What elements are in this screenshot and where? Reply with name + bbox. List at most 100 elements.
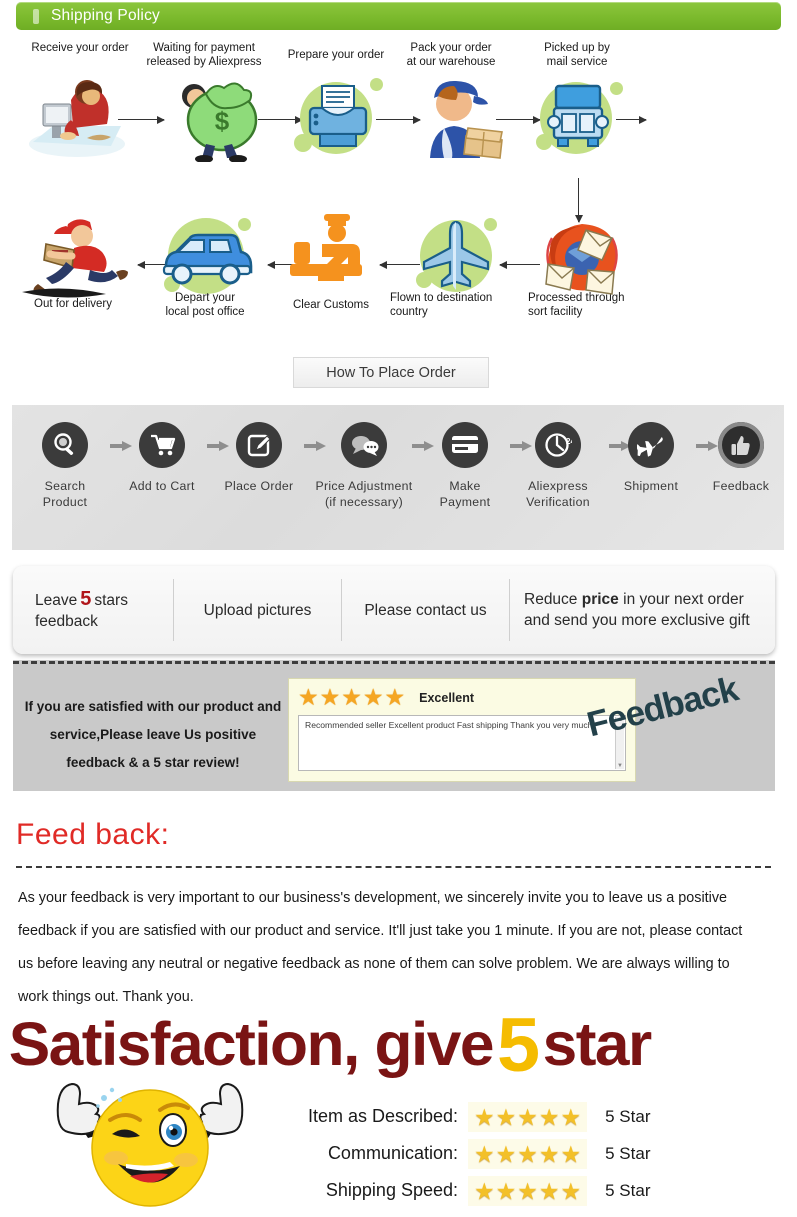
sample-review-textbox: Recommended seller Excellent product Fas… (298, 715, 626, 771)
how-to-place-order-button[interactable]: How To Place Order (293, 357, 489, 388)
star-icon: ★ (319, 684, 341, 710)
step-label: Feedback (712, 479, 770, 493)
rating-stars: ★ ★ ★ ★ ★ (468, 1138, 588, 1169)
header-accent-tick (33, 8, 39, 24)
credit-card-icon (442, 422, 488, 468)
flow-label: Prepare your order (287, 49, 385, 61)
van-icon (150, 214, 260, 298)
rating-row: Shipping Speed: ★ ★ ★ ★ ★ 5 Star (280, 1172, 780, 1209)
strip-cell-leave-stars: Leave 5 stars feedback (13, 579, 173, 641)
step-aliexpress-verification[interactable]: 24 Aliexpress Verification (512, 422, 604, 510)
feedback-heading: Feed back: (16, 818, 170, 851)
flow-label: Pack your order at our warehouse (406, 42, 496, 68)
flow-step-waiting-payment: Waiting for payment released by Aliexpre… (134, 42, 274, 69)
headline-part2: star (542, 1010, 653, 1078)
step-label: Make Payment (439, 479, 491, 509)
rating-value: 5 Star (605, 1143, 651, 1163)
thumbs-up-icon (718, 422, 764, 468)
rating-stars: ★ ★ ★ ★ ★ (468, 1175, 588, 1206)
rating-value: 5 Star (605, 1106, 651, 1126)
step-label: Search Product (42, 479, 88, 509)
star-icon: ★ (538, 1140, 560, 1167)
headline-five: 5 (496, 1003, 540, 1088)
star-icon: ★ (517, 1140, 538, 1167)
airplane-icon (408, 214, 508, 298)
rating-word: Excellent (419, 690, 475, 705)
flow-label: Out for delivery (34, 298, 112, 310)
strip-five: 5 (80, 587, 92, 610)
strip-cell-reduce-price: Reduce price in your next order and send… (509, 579, 775, 641)
detailed-seller-ratings: Item as Described: ★ ★ ★ ★ ★ 5 Star Comm… (280, 1098, 780, 1209)
step-label: Aliexpress Verification (526, 479, 590, 509)
airplane-icon (628, 422, 674, 468)
svg-text:24: 24 (566, 437, 572, 446)
flow-arrow-icon (118, 115, 165, 124)
satisfaction-headline: Satisfaction, give5star (8, 996, 653, 1088)
strip-reduce-a: Reduce (524, 591, 578, 608)
rating-label: Item as Described: (307, 1106, 458, 1126)
shopping-cart-icon (139, 422, 185, 468)
flow-label: Clear Customs (292, 299, 370, 311)
worker-packing-icon (408, 76, 513, 167)
star-icon: ★ (517, 1103, 538, 1130)
flow-label: Receive your order (31, 42, 129, 54)
step-search-product[interactable]: Search Product (28, 422, 102, 510)
step-shipment[interactable]: Shipment (612, 422, 690, 494)
truck-icon (528, 76, 628, 160)
rating-row: Item as Described: ★ ★ ★ ★ ★ 5 Star (280, 1098, 780, 1135)
svg-text:$: $ (215, 106, 230, 136)
magnifier-icon (42, 422, 88, 468)
strip-cell-contact-us: Please contact us (341, 579, 509, 641)
step-label: Add to Cart (129, 479, 195, 493)
star-icon: ★ (560, 1140, 582, 1167)
strip-reduce-b: in your next order (623, 591, 744, 608)
strip-upload-label: Upload pictures (203, 601, 312, 619)
sample-review-card: ★ ★ ★ ★ ★ Excellent Recommended seller E… (288, 678, 636, 782)
feedback-heading-divider (16, 866, 771, 868)
star-icon: ★ (362, 684, 384, 710)
rating-label: Communication: (327, 1143, 458, 1163)
step-place-order[interactable]: Place Order (222, 422, 296, 494)
star-icon: ★ (474, 1140, 495, 1167)
step-make-payment[interactable]: Make Payment (426, 422, 504, 510)
flow-step-receive-order: Receive your order (10, 42, 150, 56)
strip-leave-pre: Leave (35, 591, 78, 609)
headline-part1: Satisfaction, give (8, 1010, 495, 1078)
rating-label: Shipping Speed: (325, 1180, 458, 1200)
flow-label: Waiting for payment released by Aliexpre… (146, 42, 262, 68)
edit-note-icon (236, 422, 282, 468)
star-icon: ★ (474, 1103, 495, 1130)
printer-icon (288, 76, 388, 160)
star-icon: ★ (474, 1177, 495, 1204)
flow-step-clear-customs: Clear Customs (266, 299, 396, 313)
sample-review-comment: Recommended seller Excellent product Fas… (305, 720, 595, 730)
star-icon: ★ (384, 684, 406, 710)
order-steps-panel: Search Product Add to Cart Place Order P… (12, 405, 784, 550)
winking-smiley-thumbs-up-icon (30, 1072, 270, 1212)
flow-step-depart-post-office: Depart your local post office (140, 292, 270, 319)
flow-label: Flown to destination country (390, 292, 493, 318)
feedback-request-strip: Leave 5 stars feedback Upload pictures Ple… (13, 566, 775, 654)
running-courier-icon (16, 214, 136, 305)
step-label: Shipment (623, 479, 679, 493)
shipping-flow-diagram: Receive your order Waiting for payment r… (0, 34, 797, 334)
step-price-adjustment[interactable]: Price Adjustment (if necessary) (308, 422, 420, 510)
step-feedback[interactable]: Feedback (702, 422, 780, 494)
mail-sorting-icon (532, 214, 632, 303)
clock-24-icon: 24 (535, 422, 581, 468)
sample-review-stars: ★ ★ ★ ★ ★ Excellent (298, 686, 626, 709)
star-icon: ★ (341, 684, 362, 710)
step-label: Place Order (224, 479, 294, 493)
star-icon: ★ (495, 1103, 517, 1130)
rating-stars: ★ ★ ★ ★ ★ (468, 1101, 588, 1132)
star-icon: ★ (495, 1140, 517, 1167)
feedback-paragraph: As your feedback is very important to ou… (18, 890, 743, 1005)
star-icon: ★ (538, 1103, 560, 1130)
flow-step-flown-destination: Flown to destination country (390, 292, 520, 319)
star-icon: ★ (560, 1177, 582, 1204)
person-at-computer-icon (25, 76, 135, 166)
flow-label: Processed through sort facility (528, 292, 625, 318)
money-bag-icon: $ (166, 74, 271, 167)
flow-step-out-for-delivery: Out for delivery (8, 298, 138, 312)
step-add-to-cart[interactable]: Add to Cart (125, 422, 199, 494)
